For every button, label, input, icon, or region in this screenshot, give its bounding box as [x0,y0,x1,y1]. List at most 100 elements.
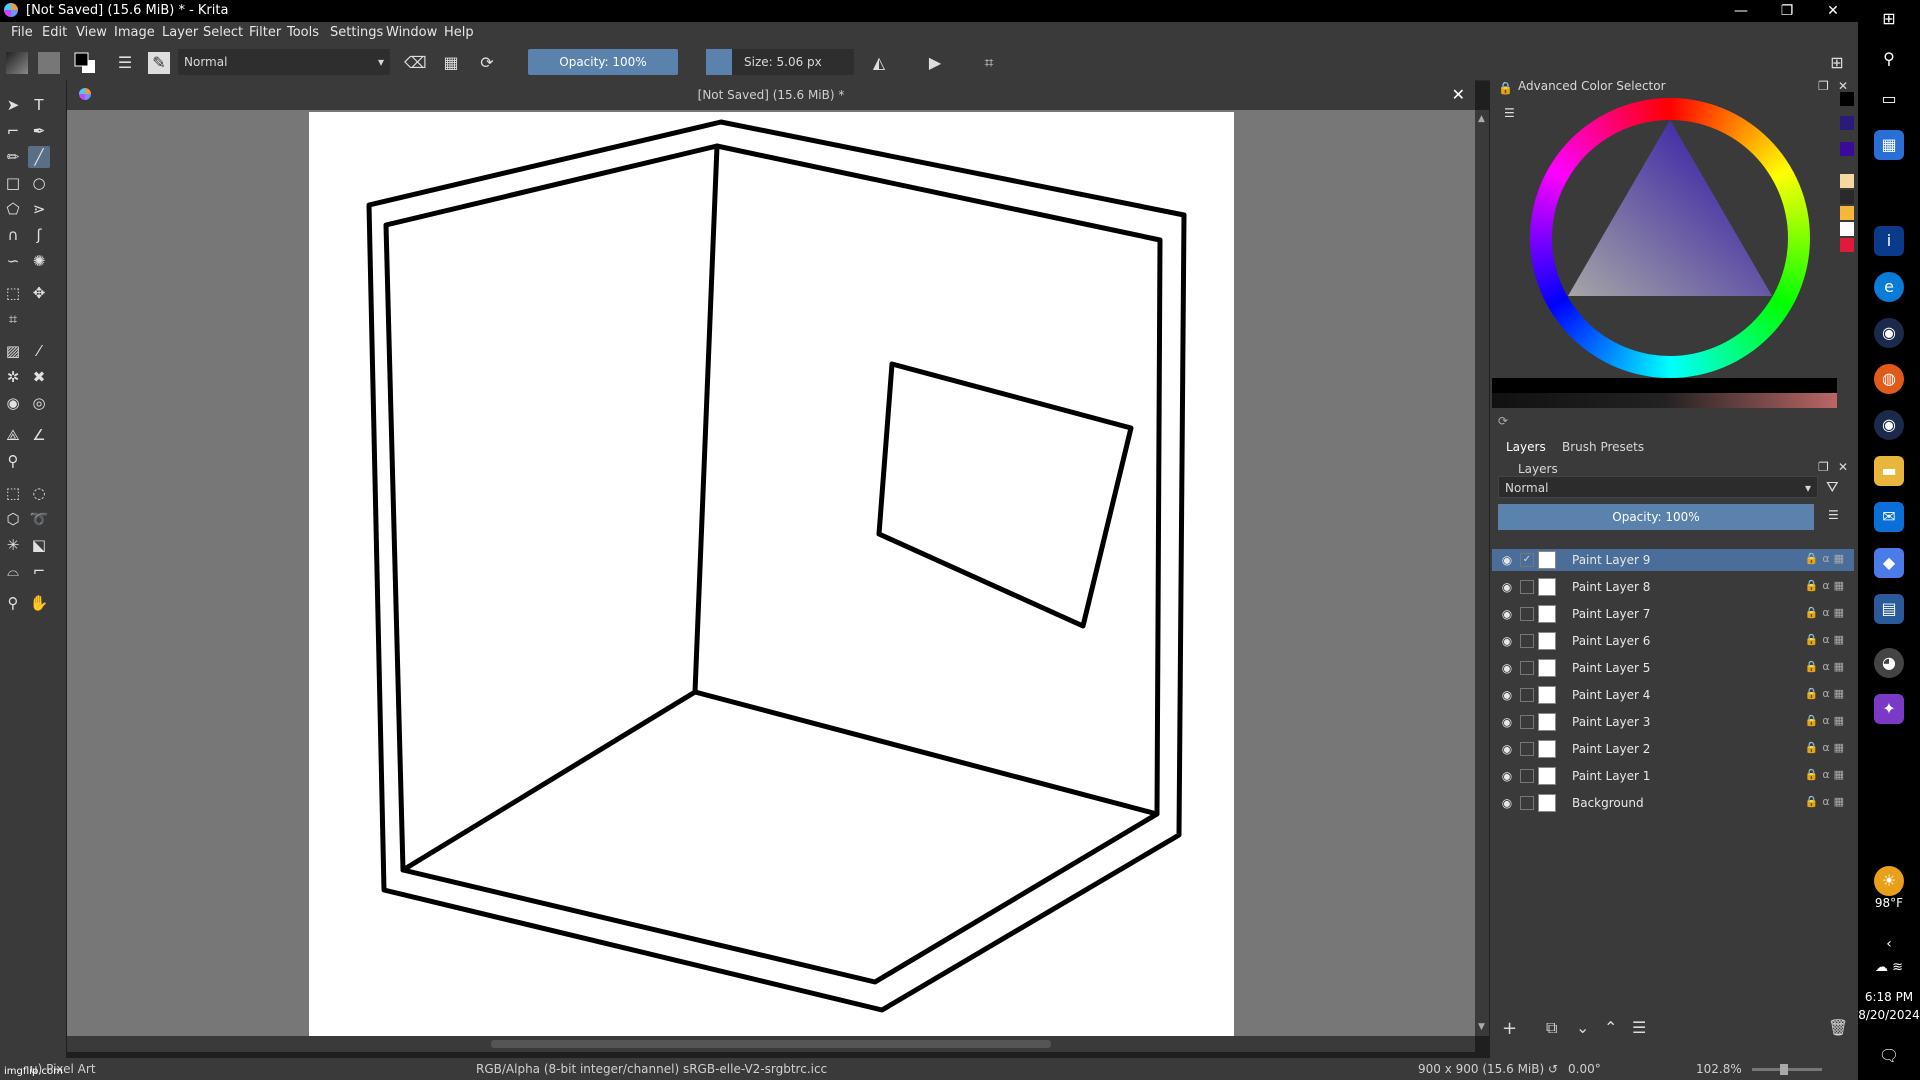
task-view-icon[interactable]: ▭ [1874,84,1904,114]
network-icon[interactable]: ☁ ≋ [1858,960,1920,975]
edit-shapes-icon[interactable]: ⌐ [2,120,24,142]
search-icon[interactable]: ⚲ [1874,44,1904,74]
reference-images-icon[interactable]: ⚲ [2,450,24,472]
horizontal-scrollbar[interactable] [67,1036,1475,1052]
layer-properties-icons[interactable]: 🔒α▦ [1805,741,1848,754]
color-settings-icon[interactable]: ☰ [1504,106,1515,120]
swatch-7[interactable] [1840,222,1854,236]
layer-properties-icons[interactable]: 🔒α▦ [1805,714,1848,727]
menu-help[interactable]: Help [444,25,474,40]
zoom-slider-handle[interactable] [1780,1064,1788,1075]
menu-image[interactable]: Image [114,25,155,40]
layer-properties-icons[interactable]: 🔒α▦ [1805,795,1848,808]
add-layer-icon[interactable]: + [1502,1018,1517,1039]
magnetic-select-icon[interactable]: ⌐ [28,560,50,582]
polyline-tool-icon[interactable]: ⋗ [28,198,50,220]
notifications-icon[interactable]: 🗨 [1858,1046,1920,1065]
delete-layer-icon[interactable]: 🗑 [1828,1018,1848,1037]
dynamic-brush-icon[interactable]: ∽ [2,250,24,272]
bezier-select-icon[interactable]: ⌓ [2,560,24,582]
assistant-tool-icon[interactable]: ⟁ [2,424,24,446]
close-document-icon[interactable]: ✕ [1452,85,1465,104]
layer-select-checkbox[interactable] [1520,796,1534,810]
layer-row[interactable]: ◉ Paint Layer 6 🔒α▦ [1492,630,1854,652]
layer-menu-icon[interactable]: ☰ [1828,508,1839,522]
layer-properties-icon[interactable]: ☰ [1632,1018,1646,1037]
swatch-4[interactable] [1840,174,1854,188]
menu-select[interactable]: Select [203,25,243,40]
layer-select-checkbox[interactable] [1520,688,1534,702]
visibility-eye-icon[interactable]: ◉ [1500,715,1514,729]
blend-mode-select[interactable]: Normal ▾ [178,49,390,75]
menu-file[interactable]: File [11,25,33,40]
move-down-icon[interactable]: ⌄ [1576,1018,1589,1037]
swatch-8[interactable] [1840,238,1854,252]
edge-icon[interactable]: e [1874,272,1904,302]
canvas-area[interactable] [67,110,1475,1036]
lock-icon[interactable]: 🔒 [1498,81,1513,95]
reload-preset-icon[interactable]: ⟳ [476,52,498,74]
layer-select-checkbox[interactable] [1520,580,1534,594]
similar-select-icon[interactable]: ⬕ [28,534,50,556]
krita-taskbar-icon[interactable]: ◕ [1874,648,1904,678]
clock-time[interactable]: 6:18 PM [1858,990,1920,1004]
brush-preset-icon[interactable]: ✎ [148,52,170,74]
gradient-tool-icon[interactable]: ▨ [2,340,24,362]
size-slider[interactable]: Size: 5.06 px [706,49,854,75]
polygon-tool-icon[interactable]: ⬠ [2,198,24,220]
freehand-brush-icon[interactable]: ✏ [2,146,24,168]
layer-properties-icons[interactable]: 🔒α▦ [1805,687,1848,700]
visibility-eye-icon[interactable]: ◉ [1500,661,1514,675]
contiguous-select-icon[interactable]: ✳ [2,534,24,556]
color-picker-icon[interactable]: ⁄ [28,340,50,362]
line-tool-icon[interactable]: ╱ [28,146,50,168]
menu-filter[interactable]: Filter [249,25,281,40]
tab-brush-presets[interactable]: Brush Presets [1562,440,1644,454]
game-app-icon[interactable]: ✦ [1874,694,1904,724]
close-layers-icon[interactable]: ✕ [1838,460,1848,474]
move-tool-icon[interactable]: ✥ [28,282,50,304]
copilot-icon[interactable]: ◆ [1874,548,1904,578]
rectangle-tool-icon[interactable]: □ [2,172,24,194]
visibility-eye-icon[interactable]: ◉ [1500,688,1514,702]
steam-icon[interactable]: ◉ [1874,318,1904,348]
layer-row[interactable]: ◉ Paint Layer 4 🔒α▦ [1492,684,1854,706]
fg-bg-color-icon[interactable] [74,52,96,74]
swatch-6[interactable] [1840,206,1854,220]
wrap-around-icon[interactable]: ⌗ [978,52,1000,74]
visibility-eye-icon[interactable]: ◉ [1500,634,1514,648]
mirror-vertical-icon[interactable]: ▶ [924,52,946,74]
float-icon[interactable]: ❐ [1818,79,1829,93]
scroll-up-icon[interactable]: ▲ [1478,114,1485,124]
mail-icon[interactable]: ✉ [1874,502,1904,532]
colorize-mask-icon[interactable]: ✲ [2,366,24,388]
eraser-icon[interactable]: ⌫ [404,52,427,74]
info-app-icon[interactable]: i [1874,226,1904,256]
canvas-paper[interactable] [309,112,1234,1036]
text-tool-icon[interactable]: T [28,94,50,116]
ellipse-select-icon[interactable]: ◌ [28,482,50,504]
layer-blend-mode-select[interactable]: Normal ▾ [1498,476,1818,498]
polygon-select-icon[interactable]: ⬡ [2,508,24,530]
refresh-icon[interactable]: ⟳ [1498,414,1508,428]
swatch-5[interactable] [1840,190,1854,204]
menu-settings[interactable]: Settings [330,25,383,40]
layer-properties-icons[interactable]: 🔒α▦ [1805,768,1848,781]
layer-properties-icons[interactable]: 🔒α▦ [1805,660,1848,673]
vertical-scrollbar[interactable]: ▲ ▼ [1475,110,1489,1036]
multibrush-icon[interactable]: ✺ [28,250,50,272]
menu-window[interactable]: Window [386,25,437,40]
layer-row[interactable]: ◉ Paint Layer 3 🔒α▦ [1492,711,1854,733]
layer-row[interactable]: ◉ Paint Layer 7 🔒α▦ [1492,603,1854,625]
enclose-fill-icon[interactable]: ◎ [28,392,50,414]
rect-select-icon[interactable]: ⬚ [2,482,24,504]
visibility-eye-icon[interactable]: ◉ [1500,769,1514,783]
duplicate-layer-icon[interactable]: ⧉ [1546,1018,1557,1038]
layer-opacity-slider[interactable]: Opacity: 100% [1498,504,1814,530]
freehand-path-icon[interactable]: ʃ [28,224,50,246]
opacity-slider[interactable]: Opacity: 100% [528,49,678,75]
menu-view[interactable]: View [76,25,107,40]
scroll-down-icon[interactable]: ▼ [1478,1022,1485,1032]
zoom-tool-icon[interactable]: ⚲ [2,592,24,614]
layer-select-checkbox[interactable] [1520,634,1534,648]
